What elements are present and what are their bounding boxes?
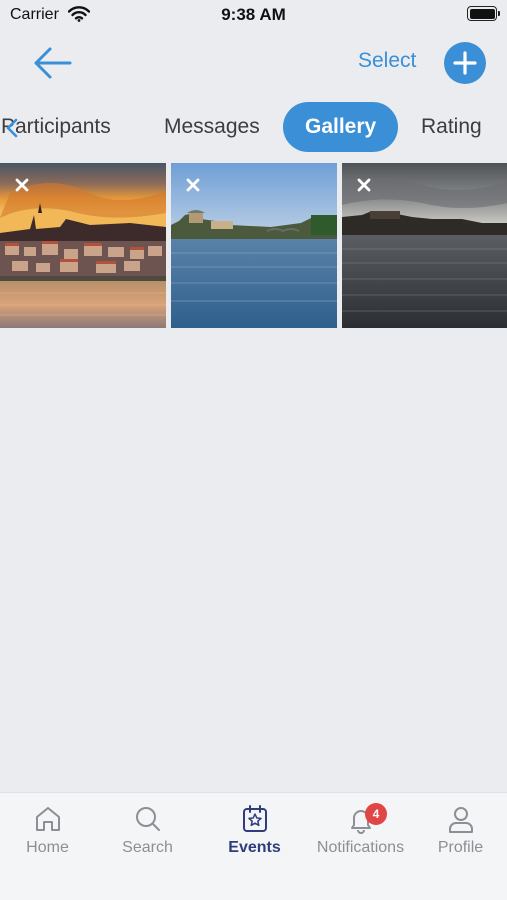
tabbar-item-events[interactable]: Events: [204, 803, 305, 857]
calendar-star-icon: [204, 803, 305, 835]
close-icon[interactable]: [352, 173, 376, 197]
chevron-left-icon[interactable]: [2, 117, 22, 139]
status-bar: Carrier 9:38 AM: [0, 0, 507, 30]
search-icon: [97, 803, 198, 835]
bell-icon: 4: [310, 803, 411, 835]
tab-rating[interactable]: Rating: [421, 102, 482, 152]
tabbar-label-home: Home: [26, 839, 69, 856]
tabbar-label-profile: Profile: [437, 839, 484, 856]
gallery-photo[interactable]: [171, 163, 337, 328]
close-icon[interactable]: [181, 173, 205, 197]
tabbar-item-notifications[interactable]: 4 Notifications: [310, 803, 411, 857]
tabbar-item-profile[interactable]: Profile: [410, 803, 507, 857]
tab-gallery[interactable]: Gallery: [283, 102, 399, 152]
photo-gallery: [0, 163, 507, 328]
bottom-tab-bar: Home Search Events 4 Notifications Profi…: [0, 792, 507, 900]
select-button[interactable]: Select: [358, 49, 416, 73]
back-button[interactable]: [30, 43, 76, 83]
arrow-left-icon: [34, 47, 72, 79]
tab-messages[interactable]: Messages: [164, 102, 260, 152]
battery-icon: [467, 6, 500, 21]
notification-badge: 4: [365, 803, 387, 825]
battery-level: [469, 8, 495, 19]
tabbar-label-notifications: Notifications: [316, 839, 405, 856]
plus-icon: [453, 51, 477, 75]
gallery-photo[interactable]: [342, 163, 507, 328]
tabbar-label-search: Search: [122, 839, 173, 856]
tabbar-item-home[interactable]: Home: [0, 803, 98, 857]
tabbar-label-events: Events: [228, 839, 281, 856]
tabbar-item-search[interactable]: Search: [97, 803, 198, 857]
segment-tabs: Participants Messages Gallery Rating: [0, 102, 507, 154]
add-photo-button[interactable]: [444, 42, 486, 84]
home-icon: [0, 803, 98, 835]
person-icon: [410, 803, 507, 835]
close-icon[interactable]: [10, 173, 34, 197]
status-time: 9:38 AM: [221, 5, 286, 24]
gallery-photo[interactable]: [0, 163, 166, 328]
